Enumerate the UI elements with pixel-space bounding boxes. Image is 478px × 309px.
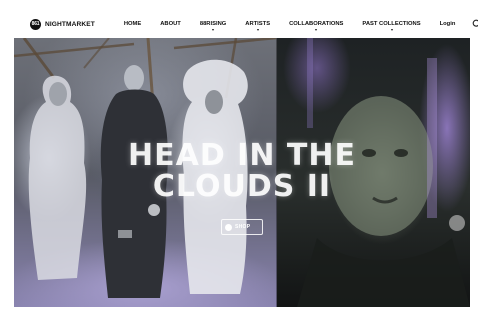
nav-item-artists[interactable]: ARTISTS xyxy=(245,21,271,31)
logo-mark-icon: 861 xyxy=(30,18,41,30)
nav-item-label: 88RISING xyxy=(199,21,227,27)
nav-item-collaborations[interactable]: COLLABORATIONS xyxy=(289,21,344,31)
nav-item-label: PAST COLLECTIONS xyxy=(362,21,421,27)
hero-title-line-1: HEAD IN THE xyxy=(128,138,356,173)
page: 861 NIGHTMARKET HOME ABOUT 88RISING ARTI… xyxy=(0,0,478,309)
chevron-down-icon xyxy=(315,29,318,31)
brand-name: NIGHTMARKET xyxy=(45,20,95,28)
top-navbar: 861 NIGHTMARKET HOME ABOUT 88RISING ARTI… xyxy=(14,10,478,38)
shop-button-label: SHOP xyxy=(235,224,251,230)
main-nav: HOME ABOUT 88RISING ARTISTS COLLABORATIO… xyxy=(124,21,440,31)
shop-button[interactable]: SHOP xyxy=(221,219,263,235)
chevron-down-icon xyxy=(256,29,259,31)
nav-item-past-collections[interactable]: PAST COLLECTIONS xyxy=(362,21,421,31)
nav-item-88rising[interactable]: 88RISING xyxy=(199,21,227,31)
shop-logo-icon xyxy=(225,223,232,231)
chevron-down-icon xyxy=(390,29,393,31)
hero-title-line-2: CLOUDS II xyxy=(152,169,332,204)
login-link[interactable]: Login xyxy=(440,21,456,27)
nav-item-label: HOME xyxy=(123,21,142,27)
nav-item-home[interactable]: HOME xyxy=(124,21,141,27)
hero-banner: HEAD IN THE CLOUDS II SHOP xyxy=(14,38,470,307)
hero-title: HEAD IN THE CLOUDS II xyxy=(14,140,470,202)
search-icon[interactable] xyxy=(472,18,478,30)
nav-item-label: ABOUT xyxy=(160,21,181,27)
nav-item-about[interactable]: ABOUT xyxy=(160,21,181,27)
chevron-down-icon xyxy=(212,29,215,31)
nav-item-label: COLLABORATIONS xyxy=(289,21,344,27)
brand-logo[interactable]: 861 NIGHTMARKET xyxy=(30,18,95,30)
nav-item-label: ARTISTS xyxy=(245,21,271,27)
